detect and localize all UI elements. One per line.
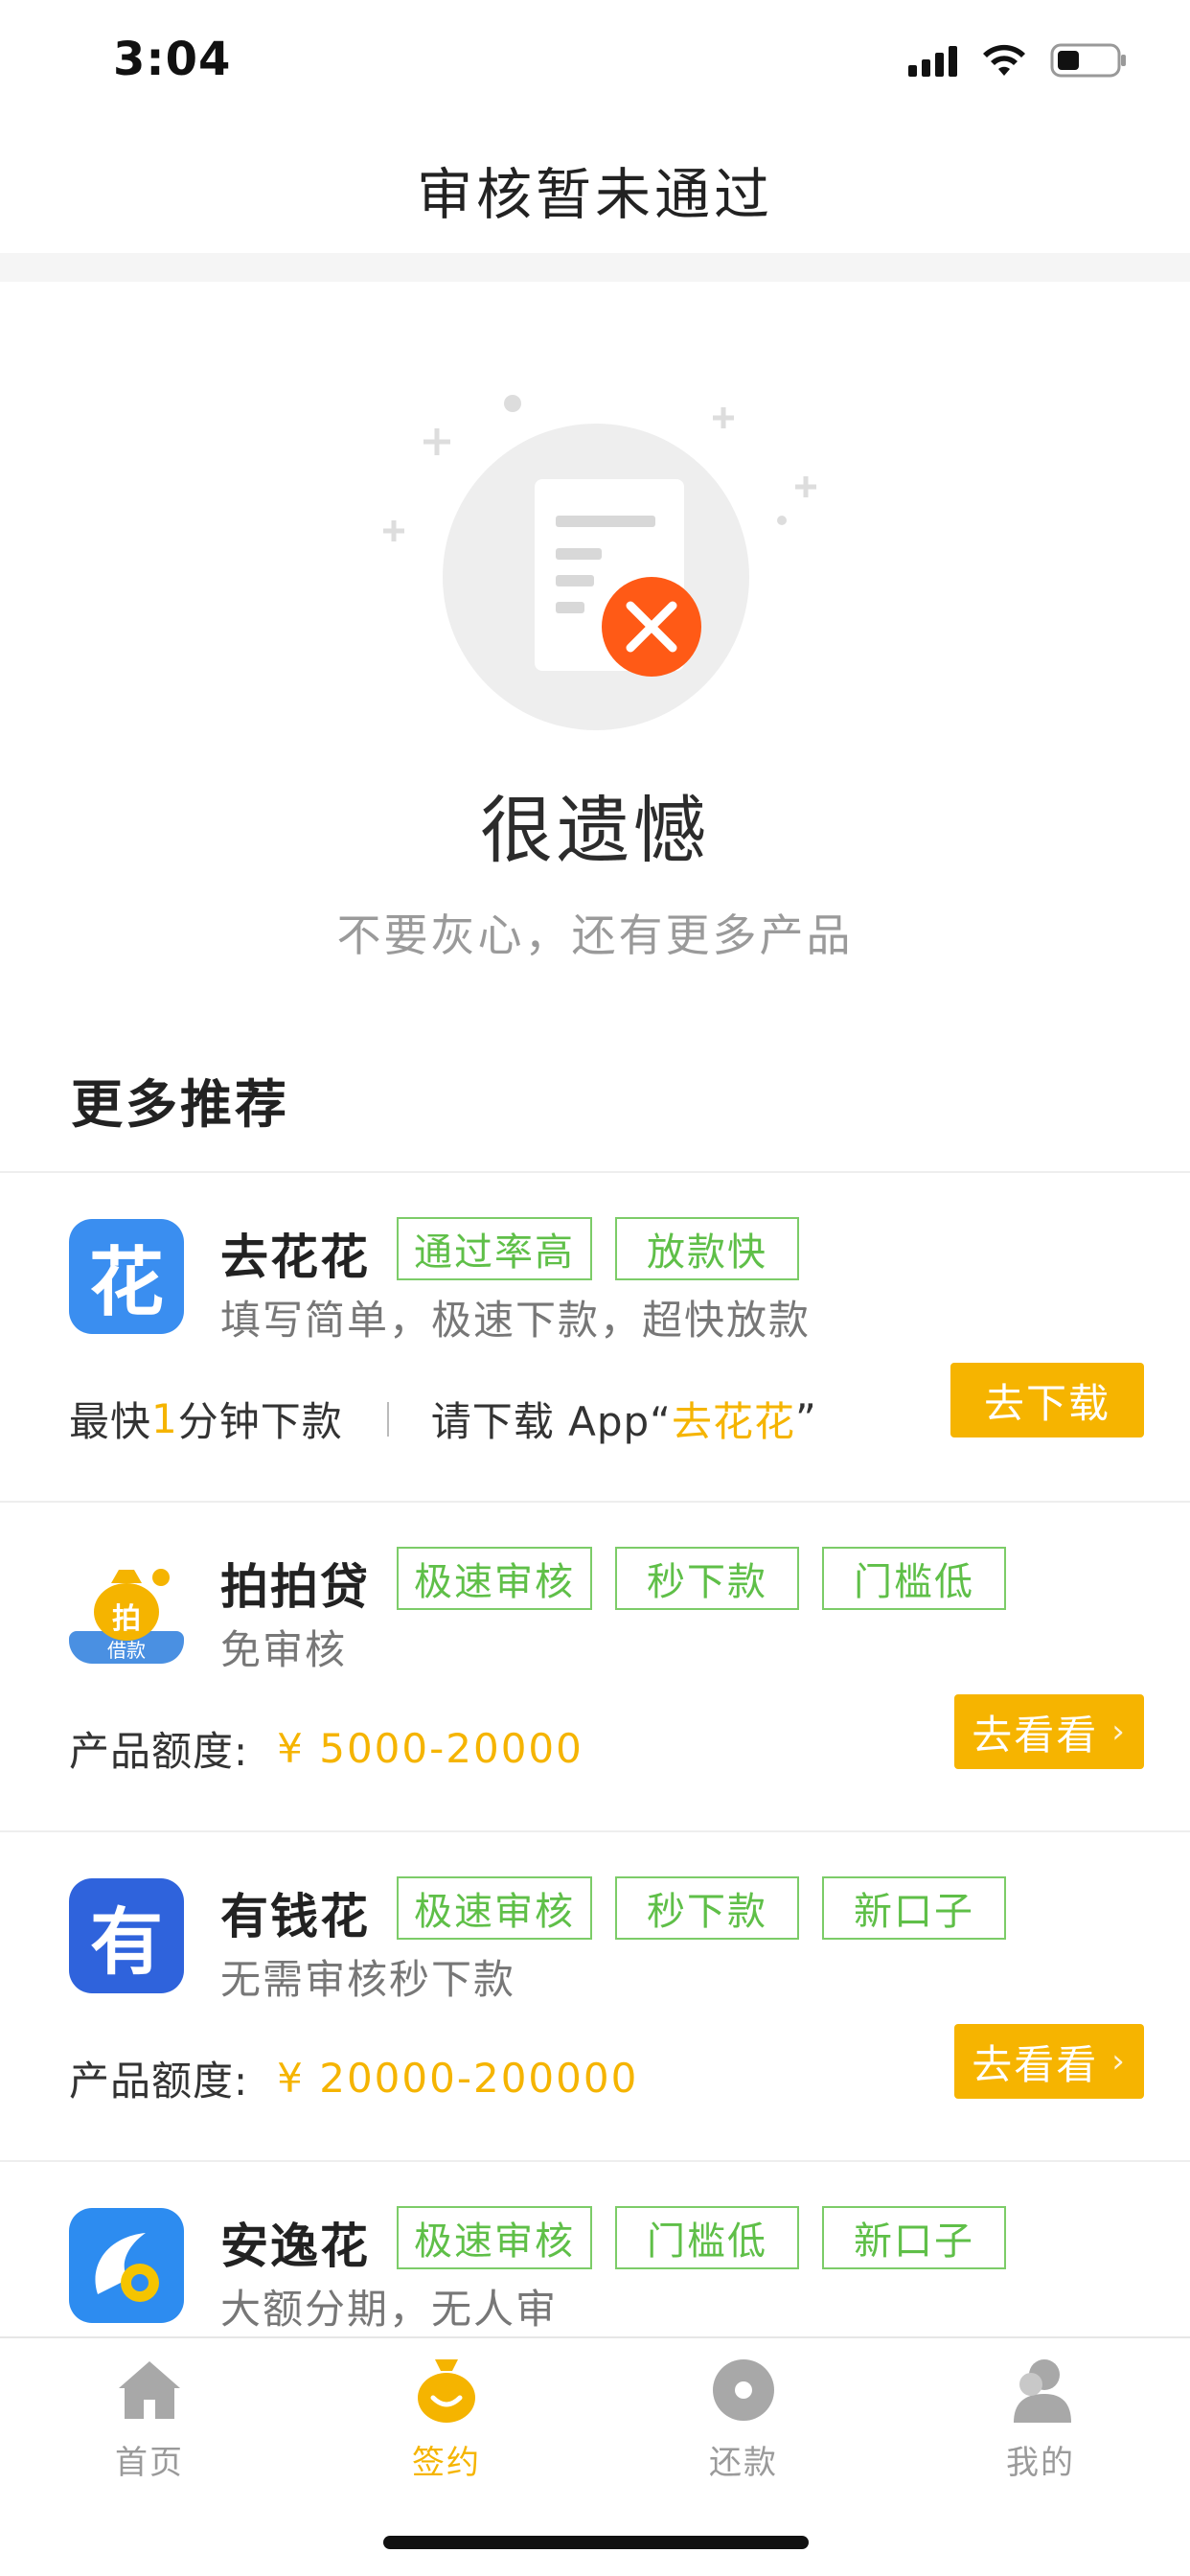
- product-card-anyihua[interactable]: 安逸花 极速审核 门槛低 新口子 大额分期，无人审: [0, 2162, 1190, 2336]
- tag-list: 通过率高 放款快: [397, 1217, 799, 1280]
- logo-glyph: 有: [90, 1899, 163, 1985]
- view-button-label: 去看看: [972, 2040, 1099, 2088]
- result-title: 很遗憾: [480, 788, 710, 873]
- tag: 极速审核: [397, 2206, 592, 2269]
- tag: 极速审核: [397, 1547, 592, 1610]
- product-name: 拍拍贷: [220, 1559, 370, 1615]
- wifi-icon: [983, 44, 1025, 76]
- tab-label: 还款: [709, 2444, 778, 2482]
- download-app-name: 去花花: [671, 1398, 795, 1445]
- product-meta: 最快 1 分钟下款 请下载 App“ 去花花 ”: [69, 1390, 817, 1448]
- tag-list: 极速审核 秒下款 新口子: [397, 1876, 1006, 1940]
- nav-bar: 审核暂未通过: [0, 126, 1190, 253]
- tag: 门槛低: [822, 1547, 1006, 1610]
- view-button[interactable]: 去看看 ›: [954, 2024, 1144, 2099]
- speed-suffix: 分钟下款: [177, 1398, 343, 1445]
- home-indicator: [383, 2536, 809, 2549]
- logo-glyph: 拍: [112, 1602, 141, 1636]
- download-prefix: 请下载 App“: [430, 1398, 672, 1445]
- tab-sign[interactable]: 签约: [351, 2356, 542, 2483]
- tag: 放款快: [615, 1217, 799, 1280]
- status-time: 3:04: [113, 33, 232, 86]
- product-desc: 填写简单，极速下款，超快放款: [220, 1297, 812, 1344]
- swirl-logo-icon: [95, 2233, 159, 2302]
- user-icon: [1014, 2359, 1071, 2423]
- product-logo-youqianhua: 有: [69, 1878, 184, 1993]
- status-icons: [908, 42, 1127, 79]
- chevron-right-icon: ›: [1111, 2042, 1127, 2081]
- logo-subtext: 借款: [107, 1639, 146, 1662]
- logo-glyph: 花: [88, 1240, 164, 1326]
- nav-divider: [0, 253, 1190, 282]
- download-suffix: ”: [794, 1395, 817, 1442]
- battery-icon: [1050, 43, 1126, 78]
- product-logo-anyihua: [69, 2208, 184, 2323]
- tab-label: 我的: [1006, 2444, 1075, 2482]
- product-desc: 大额分期，无人审: [220, 2286, 559, 2333]
- tag-list: 极速审核 秒下款 门槛低: [397, 1547, 1006, 1610]
- tag-list: 极速审核 门槛低 新口子: [397, 2206, 1006, 2269]
- product-card-paipaidai[interactable]: 拍 借款 拍拍贷 极速审核 秒下款 门槛低 免审核 产品额度: ¥ 5000-2…: [0, 1503, 1190, 1828]
- product-amount: 产品额度: ¥ 20000-200000: [69, 2049, 638, 2107]
- product-desc: 免审核: [220, 1626, 348, 1673]
- view-button-label: 去看看: [972, 1711, 1099, 1759]
- cellular-signal-icon: [908, 46, 957, 77]
- disc-icon: [713, 2359, 774, 2421]
- money-bag-icon: [418, 2359, 475, 2423]
- tag: 新口子: [822, 2206, 1006, 2269]
- speed-prefix: 最快: [69, 1398, 152, 1445]
- product-name: 去花花: [220, 1230, 370, 1285]
- product-logo-paipaidai: 拍 借款: [69, 1549, 184, 1664]
- home-icon: [119, 2361, 180, 2419]
- rejected-document-icon: [383, 395, 816, 730]
- tag: 秒下款: [615, 1547, 799, 1610]
- tab-repay[interactable]: 还款: [648, 2356, 839, 2483]
- amount-value: ¥ 5000-20000: [277, 1725, 584, 1772]
- product-card-quhuahua[interactable]: 花 去花花 通过率高 放款快 填写简单，极速下款，超快放款 最快 1 分钟下款 …: [0, 1173, 1190, 1499]
- amount-label: 产品额度:: [69, 2058, 249, 2104]
- meta-separator: [386, 1401, 389, 1437]
- result-subtitle: 不要灰心，还有更多产品: [336, 909, 854, 961]
- tag: 新口子: [822, 1876, 1006, 1940]
- tag: 极速审核: [397, 1876, 592, 1940]
- tab-mine[interactable]: 我的: [945, 2356, 1136, 2483]
- product-name: 安逸花: [220, 2219, 370, 2274]
- status-bar: 3:04: [0, 0, 1190, 126]
- product-amount: 产品额度: ¥ 5000-20000: [69, 1719, 584, 1778]
- tag: 通过率高: [397, 1217, 592, 1280]
- download-button[interactable]: 去下载: [950, 1363, 1144, 1438]
- product-desc: 无需审核秒下款: [220, 1956, 516, 2003]
- download-button-label: 去下载: [983, 1379, 1110, 1427]
- amount-value: ¥ 20000-200000: [277, 2055, 639, 2102]
- section-title: 更多推荐: [71, 1074, 289, 1135]
- view-button[interactable]: 去看看 ›: [954, 1694, 1144, 1769]
- chevron-right-icon: ›: [1111, 1713, 1127, 1751]
- page-title: 审核暂未通过: [416, 162, 773, 227]
- tab-home[interactable]: 首页: [54, 2356, 245, 2483]
- tag: 秒下款: [615, 1876, 799, 1940]
- product-logo-quhuahua: 花: [69, 1219, 184, 1334]
- product-card-youqianhua[interactable]: 有 有钱花 极速审核 秒下款 新口子 无需审核秒下款 产品额度: ¥ 20000…: [0, 1832, 1190, 2158]
- tag: 门槛低: [615, 2206, 799, 2269]
- amount-label: 产品额度:: [69, 1728, 249, 1775]
- tab-label: 签约: [412, 2444, 481, 2482]
- speed-number: 1: [151, 1395, 178, 1442]
- tab-label: 首页: [115, 2444, 184, 2482]
- product-name: 有钱花: [220, 1889, 370, 1944]
